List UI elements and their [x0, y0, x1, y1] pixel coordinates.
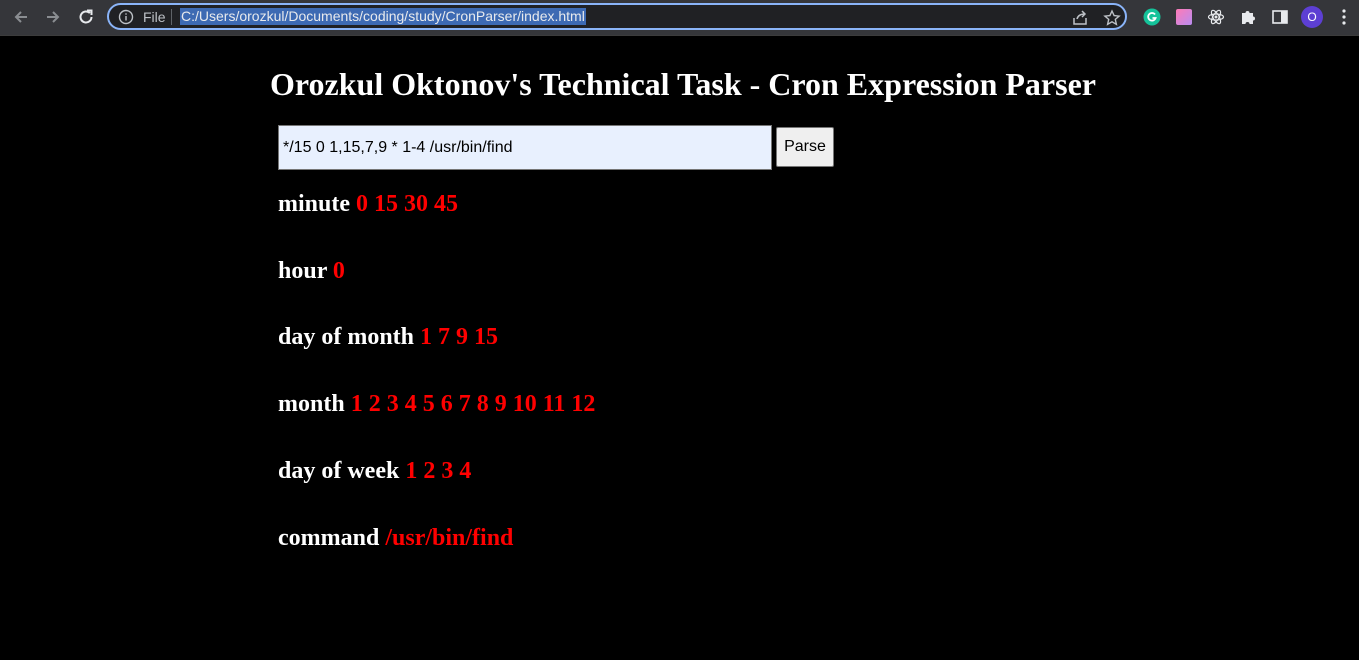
reload-icon[interactable]: [75, 6, 97, 28]
result-label: month: [278, 391, 345, 417]
parse-button[interactable]: Parse: [776, 127, 834, 167]
result-label: day of month: [278, 324, 415, 350]
profile-avatar[interactable]: O: [1301, 6, 1323, 28]
address-bar[interactable]: File C:/Users/orozkul/Documents/coding/s…: [107, 3, 1127, 30]
result-row-minute: minute 0 15 30 45: [278, 190, 458, 218]
result-value: 1 2 3 4 5 6 7 8 9 10 11 12: [350, 391, 596, 417]
result-label: hour: [278, 258, 327, 284]
result-value: 1 7 9 15: [420, 324, 499, 350]
result-label: day of week: [278, 458, 400, 484]
star-icon[interactable]: [1103, 9, 1121, 27]
result-row-day-of-month: day of month 1 7 9 15: [278, 323, 498, 351]
cron-expression-input[interactable]: [278, 125, 772, 170]
result-label: minute: [278, 191, 350, 217]
result-row-month: month 1 2 3 4 5 6 7 8 9 10 11 12: [278, 390, 595, 418]
back-arrow-icon[interactable]: [10, 6, 32, 28]
kebab-menu-icon[interactable]: [1334, 7, 1354, 27]
grammarly-icon[interactable]: [1142, 7, 1162, 27]
share-icon[interactable]: [1071, 9, 1089, 27]
result-row-command: command /usr/bin/find: [278, 524, 513, 552]
result-value: /usr/bin/find: [385, 525, 514, 551]
result-value: 1 2 3 4: [405, 458, 472, 484]
browser-toolbar: File C:/Users/orozkul/Documents/coding/s…: [0, 0, 1359, 36]
side-panel-icon[interactable]: [1270, 7, 1290, 27]
forward-arrow-icon[interactable]: [42, 6, 64, 28]
result-value: 0 15 30 45: [356, 191, 458, 217]
result-row-hour: hour 0: [278, 257, 345, 285]
result-row-day-of-week: day of week 1 2 3 4: [278, 457, 471, 485]
result-value: 0: [332, 258, 345, 284]
result-label: command: [278, 525, 380, 551]
info-icon[interactable]: [118, 9, 134, 25]
react-devtools-icon[interactable]: [1206, 7, 1226, 27]
omnibox-divider: [171, 9, 172, 25]
puzzle-icon[interactable]: [1238, 7, 1258, 27]
page-title: Orozkul Oktonov's Technical Task - Cron …: [270, 66, 1096, 102]
scheme-label: File: [143, 9, 166, 25]
page-content: Orozkul Oktonov's Technical Task - Cron …: [0, 36, 1359, 660]
url-text[interactable]: C:/Users/orozkul/Documents/coding/study/…: [180, 8, 586, 25]
gradient-extension-icon[interactable]: [1174, 7, 1194, 27]
